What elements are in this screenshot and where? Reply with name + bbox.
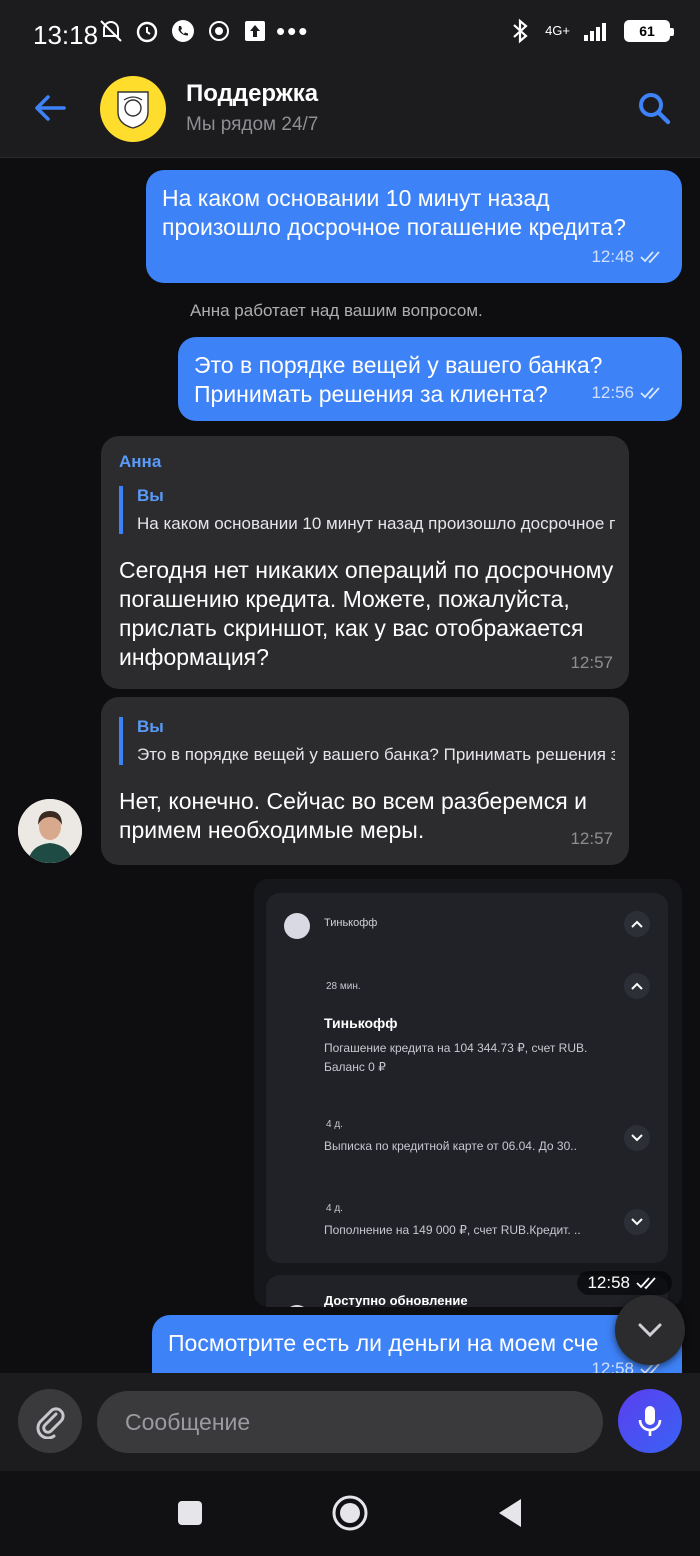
- sender-name: Анна: [119, 452, 162, 471]
- outgoing-message[interactable]: Посмотрите есть ли деньги на моем сче 12…: [152, 1315, 682, 1373]
- notification-title: Доступно обновление: [324, 1293, 468, 1307]
- status-bar: 13:18 ••• 4G+ 61: [0, 0, 700, 62]
- status-icons: [98, 18, 268, 44]
- quote-text: Это в порядке вещей у вашего банка? Прин…: [137, 745, 615, 764]
- home-button[interactable]: [330, 1493, 370, 1533]
- chat-subtitle: Мы рядом 24/7: [186, 114, 319, 135]
- system-nav-bar: [0, 1471, 700, 1556]
- home-circle-icon: [332, 1495, 368, 1531]
- search-icon[interactable]: [634, 88, 674, 128]
- attach-button[interactable]: [18, 1389, 82, 1453]
- incoming-message[interactable]: Анна Вы На каком основании 10 минут наза…: [101, 436, 629, 689]
- message-time: 12:48: [591, 247, 634, 266]
- notification-time: 4 д.: [326, 1119, 343, 1130]
- triangle-back-icon: [499, 1499, 521, 1527]
- bank-app-icon: [284, 913, 310, 939]
- message-time: 12:57: [570, 653, 613, 672]
- bank-logo-avatar[interactable]: [100, 76, 166, 142]
- chevron-down-icon: [638, 1323, 662, 1338]
- update-icon: [284, 1305, 310, 1307]
- quote-author: Вы: [137, 486, 164, 505]
- back-button[interactable]: [490, 1493, 530, 1533]
- message-time: 12:58: [591, 1359, 634, 1373]
- notification-card: Тинькофф 28 мин. Тинькофф Погашение кред…: [266, 893, 668, 1263]
- read-checks-icon: [636, 1277, 656, 1290]
- message-time: 12:56: [591, 383, 634, 402]
- notification-body: Выписка по кредитной карте от 06.04. До …: [324, 1139, 577, 1153]
- notification-app-name: Тинькофф: [324, 917, 378, 929]
- battery-indicator: 61: [624, 20, 674, 42]
- incoming-message[interactable]: Вы Это в порядке вещей у вашего банка? П…: [101, 697, 629, 865]
- chevron-up-icon: [624, 911, 650, 937]
- quote-author: Вы: [137, 717, 164, 736]
- chevron-down-icon: [624, 1209, 650, 1235]
- chat-header: Поддержка Мы рядом 24/7: [0, 62, 700, 158]
- signal-icon: [584, 23, 606, 41]
- notification-time: 4 д.: [326, 1203, 343, 1214]
- message-text: Нет, конечно. Сейчас во всем разберемся …: [119, 788, 587, 843]
- message-input[interactable]: [97, 1391, 603, 1453]
- message-text: Посмотрите есть ли деньги на моем сче: [168, 1330, 599, 1356]
- message-meta: 12:56: [591, 383, 666, 403]
- message-time: 12:58: [587, 1273, 630, 1292]
- notification-body: Пополнение на 149 000 ₽, счет RUB.Кредит…: [324, 1223, 581, 1237]
- read-checks-icon: [640, 251, 660, 264]
- notification-time: 28 мин.: [326, 981, 361, 992]
- voice-message-button[interactable]: [618, 1389, 682, 1453]
- message-time: 12:57: [570, 829, 613, 848]
- quote-text: На каком основании 10 минут назад произо…: [137, 514, 615, 533]
- read-checks-icon: [640, 387, 660, 400]
- quoted-message[interactable]: Вы Это в порядке вещей у вашего банка? П…: [119, 717, 615, 765]
- notification-title: Тинькофф: [324, 1015, 398, 1031]
- mute-icon: [100, 20, 122, 42]
- phone-icon: [172, 20, 194, 42]
- bluetooth-icon: [513, 18, 528, 44]
- chevron-down-icon: [624, 1125, 650, 1151]
- bank-notif-icon: [209, 21, 229, 41]
- image-meta: 12:58: [577, 1271, 672, 1295]
- agent-photo: [18, 799, 82, 863]
- status-time: 13:18: [33, 20, 99, 50]
- message-meta: 12:57: [570, 829, 613, 849]
- status-right: 4G+ 61: [509, 18, 674, 44]
- alarm-icon: [136, 21, 158, 43]
- chevron-up-icon: [624, 973, 650, 999]
- mic-icon: [638, 1406, 662, 1436]
- back-arrow-icon[interactable]: [30, 88, 70, 128]
- square-icon: [178, 1501, 202, 1525]
- network-type: 4G+: [545, 23, 570, 38]
- more-notifications-icon: •••: [276, 16, 310, 46]
- system-message: Анна работает над вашим вопросом.: [190, 301, 483, 320]
- message-text: Сегодня нет никаких операций по досрочно…: [119, 557, 614, 670]
- upload-icon: [245, 21, 265, 41]
- outgoing-message[interactable]: Это в порядке вещей у вашего банка? Прин…: [178, 337, 682, 421]
- screenshot-image[interactable]: Тинькофф 28 мин. Тинькофф Погашение кред…: [254, 879, 682, 1307]
- agent-avatar[interactable]: [18, 799, 82, 863]
- quoted-message[interactable]: Вы На каком основании 10 минут назад про…: [119, 486, 615, 534]
- bank-crest-icon: [117, 91, 149, 129]
- chat-area[interactable]: На каком основании 10 минут назад произо…: [0, 159, 700, 1373]
- message-meta: 12:48: [591, 247, 666, 267]
- attach-icon: [36, 1407, 65, 1439]
- recent-apps-button[interactable]: [170, 1493, 210, 1533]
- message-input-bar: [0, 1373, 700, 1471]
- outgoing-message[interactable]: На каком основании 10 минут назад произо…: [146, 170, 682, 283]
- chat-title: Поддержка: [186, 80, 319, 107]
- scroll-to-bottom-button[interactable]: [615, 1295, 685, 1365]
- message-text: На каком основании 10 минут назад произо…: [162, 185, 626, 240]
- message-field[interactable]: [97, 1391, 603, 1453]
- notification-body: Погашение кредита на 104 344.73 ₽, счет …: [324, 1041, 588, 1074]
- message-meta: 12:57: [570, 653, 613, 673]
